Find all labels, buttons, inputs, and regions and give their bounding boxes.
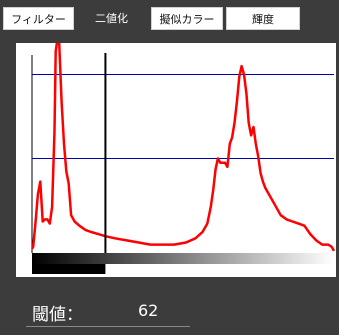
- threshold-readout: 閾値： 62: [32, 300, 192, 328]
- above-threshold-segment: [105, 264, 334, 274]
- histogram-panel: [16, 43, 336, 277]
- below-threshold-segment: [32, 264, 106, 274]
- threshold-label: 閾値：: [32, 305, 83, 325]
- tab-brightness[interactable]: 輝度: [226, 7, 300, 30]
- tab-filter[interactable]: フィルター: [3, 7, 74, 30]
- histogram-chart: [30, 43, 336, 274]
- tab-bar: フィルター 二値化 擬似カラー 輝度: [0, 7, 339, 31]
- tab-binarize[interactable]: 二値化: [76, 7, 147, 30]
- tab-pseudo-color[interactable]: 擬似カラー: [151, 7, 223, 30]
- threshold-value: 62: [138, 301, 159, 320]
- threshold-underline: [26, 326, 190, 327]
